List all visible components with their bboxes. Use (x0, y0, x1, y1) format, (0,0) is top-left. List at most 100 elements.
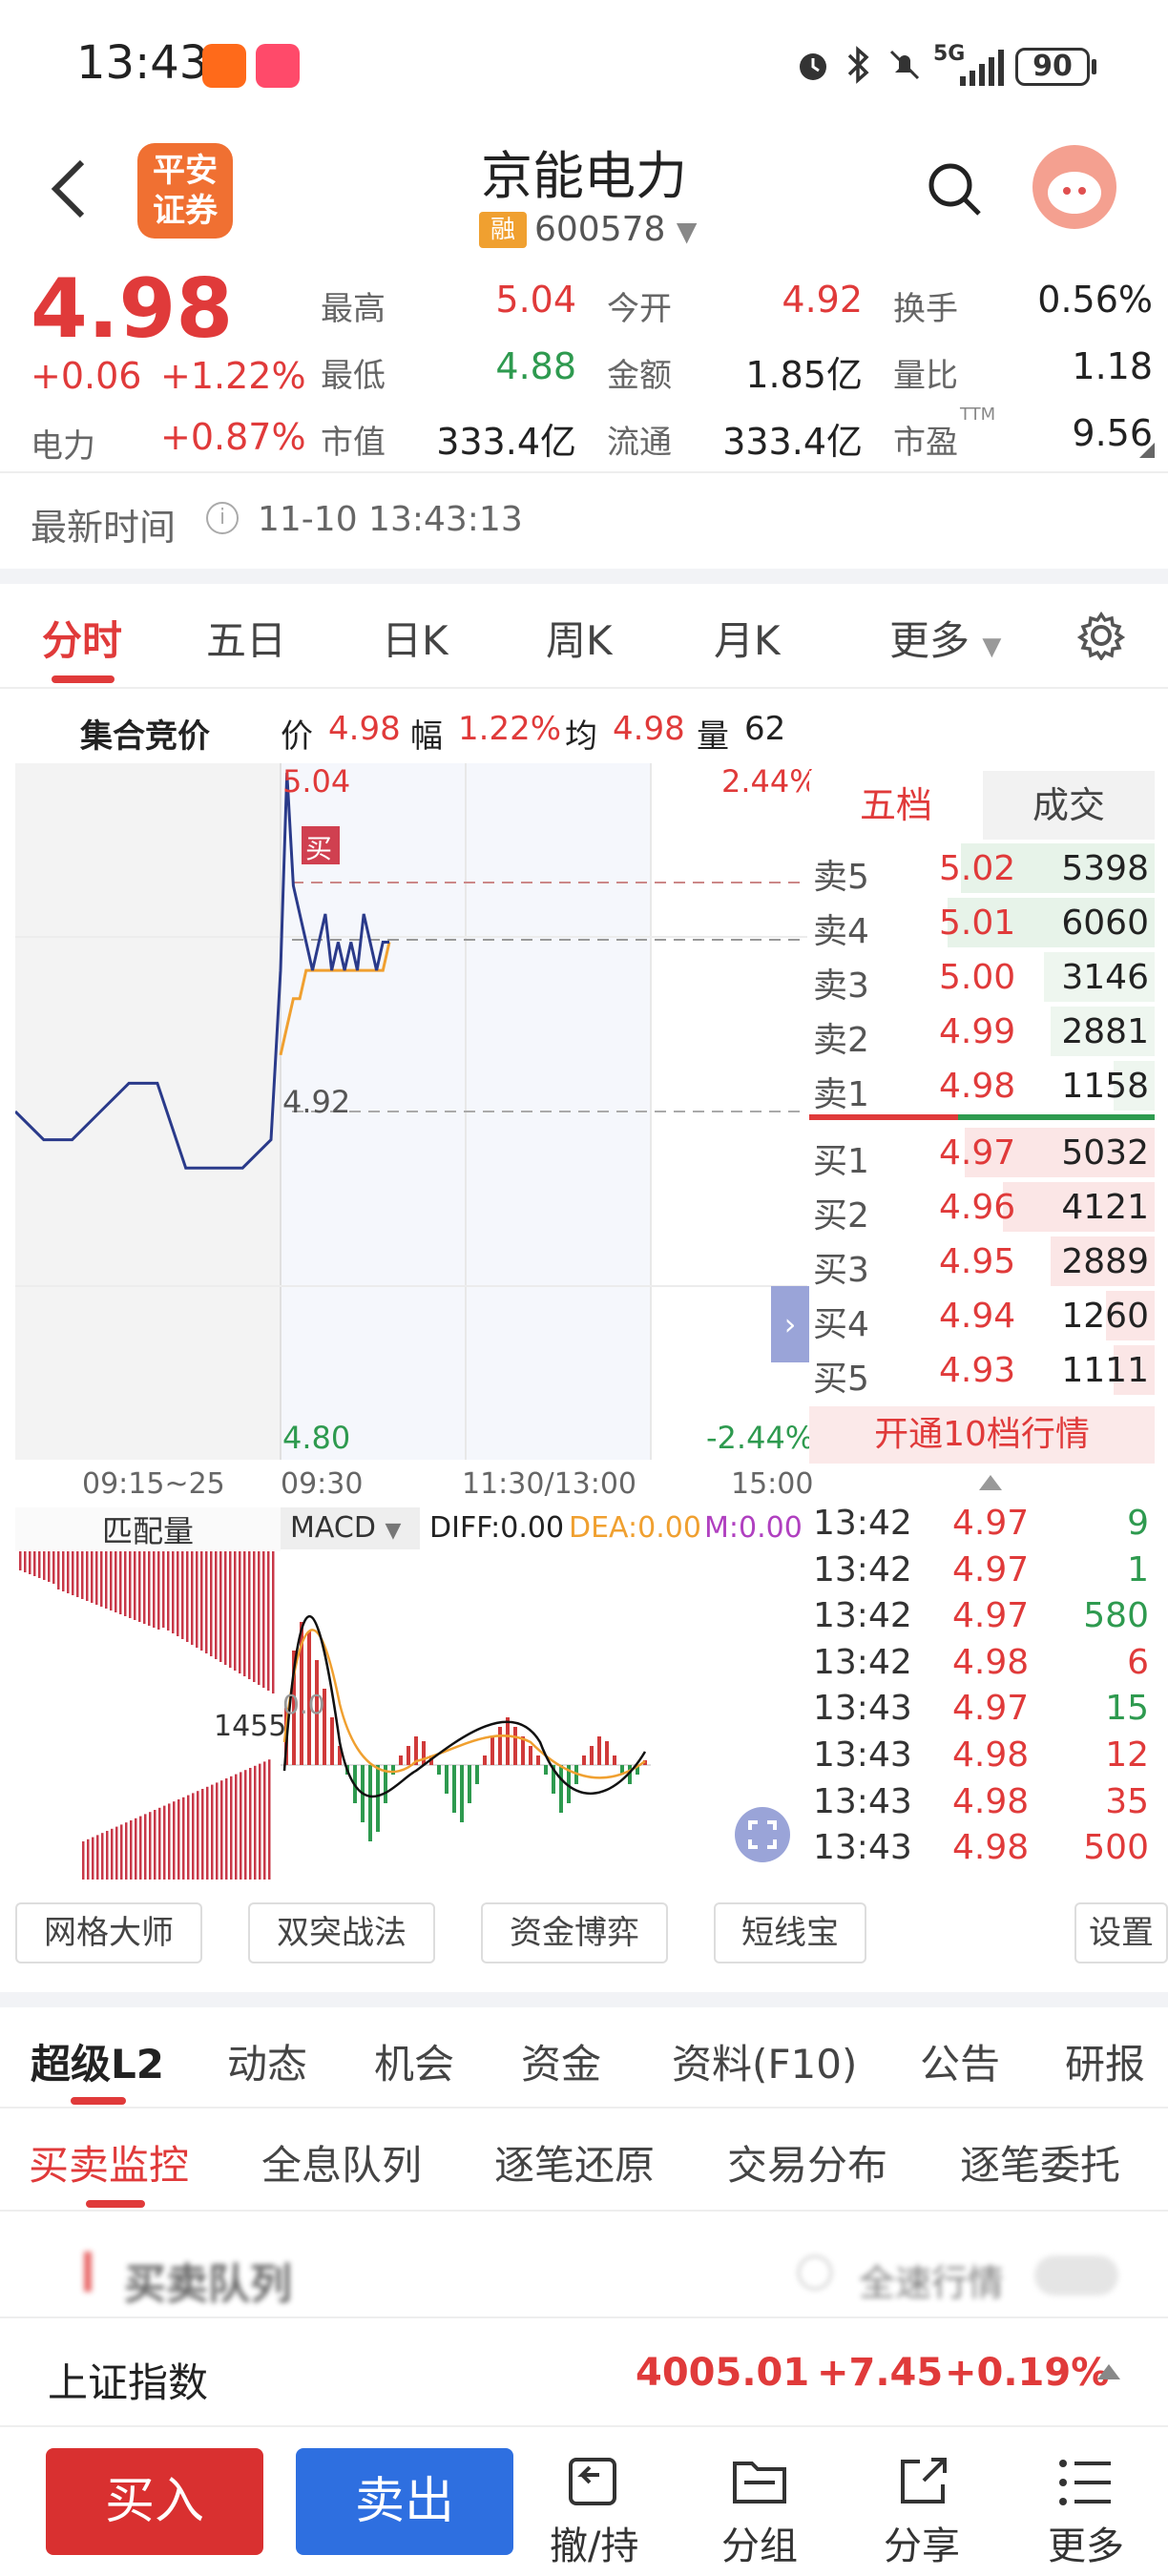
chart-expand-arrow[interactable]: › (771, 1286, 809, 1362)
fullscreen-icon[interactable] (735, 1807, 790, 1862)
match-volume-bar (143, 1551, 146, 1624)
full-speed-toggle[interactable] (1034, 2255, 1118, 2296)
share-icon[interactable] (895, 2454, 950, 2509)
grid-master-button[interactable]: 网格大师 (15, 1902, 202, 1963)
bid-row[interactable]: 买3 4.95 2889 (809, 1235, 1155, 1290)
match-volume-bar (82, 1841, 85, 1880)
tab-f10[interactable]: 资料(F10) (672, 2032, 857, 2090)
folder-icon[interactable] (731, 2454, 788, 2509)
tab-five-day[interactable]: 五日 (206, 609, 286, 667)
fund-game-button[interactable]: 资金博弈 (481, 1902, 668, 1963)
info-icon[interactable]: i (206, 502, 239, 534)
match-volume-bar (62, 1551, 65, 1591)
ask-price: 4.98 (939, 1067, 1016, 1106)
tab-tick-restore[interactable]: 逐笔还原 (494, 2133, 655, 2192)
macd-bar (437, 1765, 441, 1775)
y-mid-label: 4.92 (282, 1084, 351, 1120)
bid-row[interactable]: 买5 4.93 1111 (809, 1343, 1155, 1399)
more-label[interactable]: 更多 (1048, 2515, 1124, 2570)
macd-dea: DEA:0.00 (569, 1511, 701, 1545)
bid-volume: 1111 (1061, 1351, 1149, 1390)
more-menu-icon[interactable] (1057, 2458, 1113, 2507)
macd-selector[interactable]: MACD ▼ (281, 1507, 420, 1549)
ask-row[interactable]: 卖1 4.98 1158 (809, 1059, 1155, 1114)
match-volume-bar (253, 1551, 256, 1682)
bid-row[interactable]: 买1 4.97 5032 (809, 1126, 1155, 1181)
chevron-down-icon: ▼ (385, 1519, 402, 1543)
assistant-avatar-icon[interactable] (1032, 145, 1116, 229)
cancel-hold-label[interactable]: 撤/持 (550, 2515, 638, 2570)
price-change: +0.06 (31, 355, 142, 397)
tab-announcements[interactable]: 公告 (920, 2032, 1000, 2090)
amp-info-label: 幅 (410, 717, 443, 756)
last-price: 4.98 (31, 261, 234, 357)
avg-info-value: 4.98 (613, 710, 685, 748)
match-volume-bar (206, 1786, 209, 1880)
macd-bar (445, 1765, 448, 1794)
chevron-up-icon[interactable] (1097, 2364, 1120, 2379)
match-volume-bar (177, 1799, 180, 1880)
tab-order-book[interactable]: 五档 (809, 771, 983, 840)
ask-row[interactable]: 卖2 4.99 2881 (809, 1005, 1155, 1060)
macd-bar (498, 1727, 502, 1765)
match-volume-bar (243, 1551, 246, 1676)
stock-name[interactable]: 京能电力 (0, 134, 1168, 209)
bluetooth-icon (847, 46, 869, 84)
tab-funds[interactable]: 资金 (521, 2032, 601, 2090)
gear-icon[interactable] (1076, 611, 1126, 660)
bid-row[interactable]: 买4 4.94 1260 (809, 1289, 1155, 1344)
tab-intraday[interactable]: 分时 (42, 609, 122, 667)
turnover-value: 0.56% (1037, 279, 1153, 321)
match-volume-bar (92, 1837, 94, 1880)
match-volume-bar (177, 1551, 179, 1636)
stock-code[interactable]: 600578 ▼ (534, 210, 697, 249)
tab-research[interactable]: 研报 (1065, 2032, 1145, 2090)
tick-time: 13:43 (813, 1689, 912, 1729)
macd-chart[interactable] (15, 1551, 807, 1880)
ask-row[interactable]: 卖4 5.01 6060 (809, 896, 1155, 951)
tick-time: 13:42 (813, 1642, 912, 1682)
tick-price: 4.98 (952, 1735, 1030, 1775)
tab-daily-k[interactable]: 日K (382, 609, 448, 667)
buy-button[interactable]: 买入 (46, 2448, 263, 2555)
bid-volume: 1260 (1061, 1297, 1149, 1336)
match-volume-bar (158, 1807, 161, 1880)
expand-corner-icon[interactable] (1139, 443, 1155, 458)
upgrade-10-level-button[interactable]: 开通10档行情 (809, 1406, 1155, 1464)
short-term-button[interactable]: 短线宝 (714, 1902, 866, 1963)
match-volume-bar (267, 1551, 270, 1691)
tab-tick-orders[interactable]: 逐笔委托 (960, 2133, 1120, 2192)
amp-info-value: 1.22% (458, 710, 562, 748)
intraday-chart[interactable] (15, 763, 807, 1460)
match-volume-bar (138, 1551, 141, 1622)
tab-trades[interactable]: 成交 (983, 771, 1155, 840)
ask-row[interactable]: 卖3 5.00 3146 (809, 950, 1155, 1006)
bid-row[interactable]: 买2 4.96 4121 (809, 1180, 1155, 1236)
group-label[interactable]: 分组 (721, 2515, 798, 2570)
tab-buy-sell-monitor[interactable]: 买卖监控 (29, 2133, 189, 2192)
tab-super-l2[interactable]: 超级L2 (31, 2032, 164, 2090)
match-volume-bar (57, 1551, 60, 1589)
match-vol-label: 匹配量 (15, 1507, 281, 1551)
tab-news[interactable]: 动态 (227, 2032, 307, 2090)
tab-more[interactable]: 更多 ▼ (889, 609, 1001, 667)
tab-monthly-k[interactable]: 月K (714, 609, 781, 667)
macd-bar (376, 1765, 380, 1832)
index-name[interactable]: 上证指数 (48, 2351, 208, 2409)
match-volume-bar (196, 1551, 198, 1648)
status-time: 13:43 (76, 36, 209, 90)
share-label[interactable]: 分享 (884, 2515, 960, 2570)
double-breakout-button[interactable]: 双突战法 (248, 1902, 435, 1963)
tab-trade-distribution[interactable]: 交易分布 (727, 2133, 887, 2192)
chevron-up-icon[interactable] (979, 1475, 1002, 1490)
tab-opportunity[interactable]: 机会 (374, 2032, 454, 2090)
sell-button[interactable]: 卖出 (296, 2448, 513, 2555)
match-volume-bar (173, 1801, 176, 1880)
settings-button[interactable]: 设置 (1074, 1902, 1168, 1963)
cancel-hold-icon[interactable] (565, 2454, 620, 2509)
ask-row[interactable]: 卖5 5.02 5398 (809, 841, 1155, 897)
search-icon[interactable] (926, 160, 983, 218)
match-volume-bar (219, 1551, 222, 1662)
tab-weekly-k[interactable]: 周K (546, 609, 613, 667)
tab-holographic-queue[interactable]: 全息队列 (261, 2133, 422, 2192)
